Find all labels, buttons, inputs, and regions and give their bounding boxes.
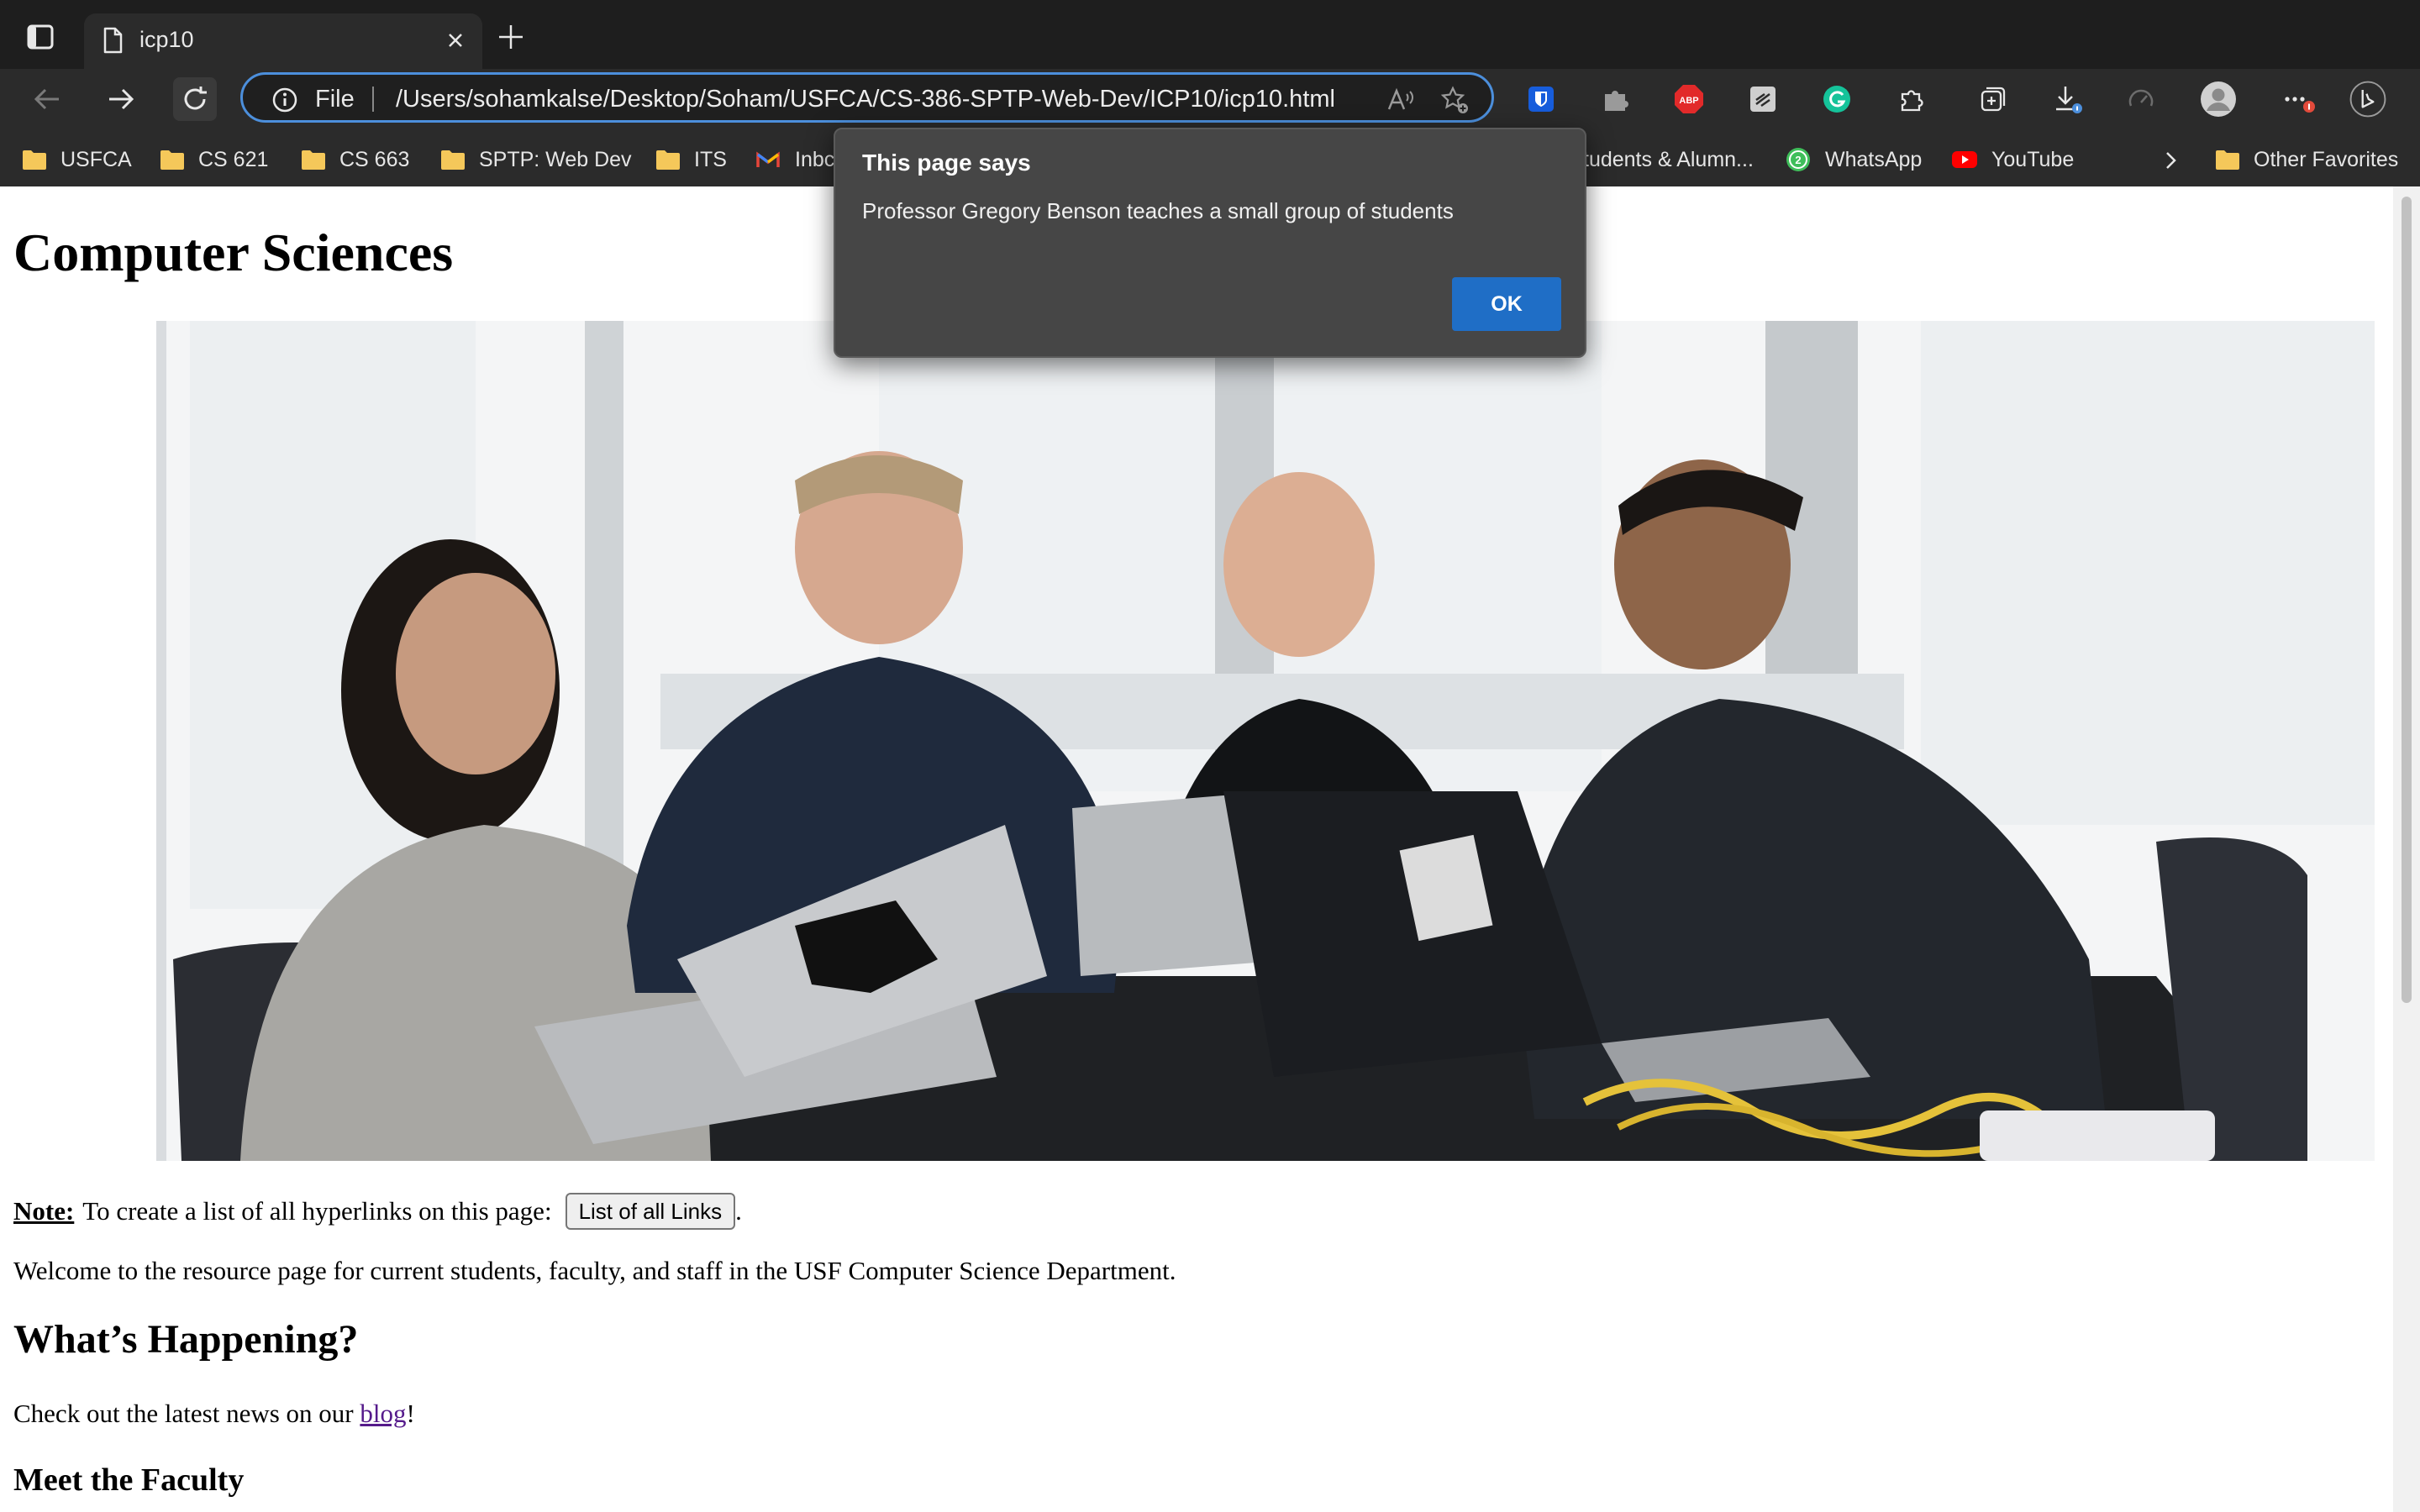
tab-strip: icp10 xyxy=(0,0,2420,69)
new-tab-icon[interactable] xyxy=(494,20,528,54)
bitwarden-icon[interactable] xyxy=(1523,81,1560,118)
bookmark-label: Inbc xyxy=(795,147,835,171)
note-text: To create a list of all hyperlinks on th… xyxy=(82,1196,552,1226)
more-menu-icon[interactable] xyxy=(2281,81,2317,118)
bookmark-label: WhatsApp xyxy=(1825,147,1923,171)
page-scrollbar[interactable] xyxy=(2393,186,2420,1512)
bookmark-its[interactable]: ITS xyxy=(655,144,727,175)
news-exclamation: ! xyxy=(406,1399,415,1428)
puzzle-extension-icon[interactable] xyxy=(1597,81,1634,118)
navigation-bar: File /Users/sohamkalse/Desktop/Soham/USF… xyxy=(0,69,2420,128)
downloads-icon[interactable] xyxy=(2049,81,2086,118)
meet-faculty-heading: Meet the Faculty xyxy=(13,1462,245,1498)
bookmark-whatsapp[interactable]: 2 WhatsApp xyxy=(1785,144,1922,175)
folder-icon xyxy=(23,150,46,170)
tab-icp10[interactable]: icp10 xyxy=(84,13,482,69)
omnibox-divider xyxy=(372,87,374,112)
page-content: Computer Sciences Note: To create a list… xyxy=(0,186,2393,1512)
scheme-label: File xyxy=(315,86,355,113)
gmail-icon xyxy=(756,151,780,167)
extensions-icon[interactable] xyxy=(1892,81,1929,118)
address-bar[interactable]: File /Users/sohamkalse/Desktop/Soham/USF… xyxy=(240,72,1494,123)
scrollbar-thumb[interactable] xyxy=(2402,197,2412,1003)
bookmark-label: YouTube xyxy=(1991,147,2075,171)
bookmark-youtube[interactable]: YouTube xyxy=(1951,144,2074,175)
refresh-icon[interactable] xyxy=(173,77,217,121)
add-favorite-icon[interactable] xyxy=(1439,85,1470,115)
folder-icon xyxy=(302,150,325,170)
bookmark-label: CS 621 xyxy=(198,147,269,171)
close-icon[interactable] xyxy=(440,25,471,55)
welcome-paragraph: Welcome to the resource page for current… xyxy=(13,1256,1176,1285)
page-icon xyxy=(97,25,128,55)
url-text[interactable]: /Users/sohamkalse/Desktop/Soham/USFCA/CS… xyxy=(396,86,1335,113)
dialog-message: Professor Gregory Benson teaches a small… xyxy=(862,198,1454,223)
forward-icon[interactable] xyxy=(99,77,143,121)
collections-icon[interactable] xyxy=(1975,81,2012,118)
read-aloud-icon[interactable] xyxy=(1386,85,1416,115)
bookmark-label: SPTP: Web Dev xyxy=(479,147,632,171)
adblock-icon[interactable]: ABP xyxy=(1670,81,1707,118)
back-icon[interactable] xyxy=(25,77,69,121)
bookmark-label: tudents & Alumn... xyxy=(1583,147,1754,171)
list-links-button[interactable]: List of all Links xyxy=(565,1193,736,1230)
bookmark-label: ITS xyxy=(694,147,727,171)
bookmark-usfca[interactable]: USFCA xyxy=(22,144,132,175)
news-paragraph: Check out the latest news on our blog! xyxy=(13,1399,415,1429)
youtube-icon xyxy=(1952,151,1977,168)
abp-label: ABP xyxy=(1679,96,1698,106)
chevron-right-icon[interactable] xyxy=(2156,146,2185,175)
whatsapp-icon: 2 xyxy=(1786,148,1810,171)
bookmark-cs621[interactable]: CS 621 xyxy=(160,144,268,175)
note-period: . xyxy=(735,1196,742,1226)
bookmark-students-alumni[interactable]: tudents & Alumn... xyxy=(1583,144,1754,175)
folder-icon xyxy=(160,150,184,170)
folder-icon xyxy=(656,150,680,170)
bookmark-label: Other Favorites xyxy=(2254,147,2399,171)
notes-extension-icon[interactable] xyxy=(1744,81,1781,118)
alert-dialog: This page says Professor Gregory Benson … xyxy=(834,128,1586,358)
whatsapp-badge: 2 xyxy=(1795,154,1801,166)
grammarly-icon[interactable] xyxy=(1818,81,1855,118)
ok-button[interactable]: OK xyxy=(1452,277,1561,331)
students-photo xyxy=(156,321,2375,1161)
bookmark-label: USFCA xyxy=(60,147,132,171)
page-title: Computer Sciences xyxy=(13,223,454,282)
tab-actions-icon[interactable] xyxy=(20,17,60,57)
info-icon[interactable] xyxy=(271,87,298,113)
bookmark-sptp-web-dev[interactable]: SPTP: Web Dev xyxy=(440,144,632,175)
bookmark-cs663[interactable]: CS 663 xyxy=(301,144,409,175)
bookmark-label: CS 663 xyxy=(339,147,410,171)
tab-title: icp10 xyxy=(139,27,194,52)
news-text: Check out the latest news on our xyxy=(13,1399,354,1428)
note-label: Note: xyxy=(13,1196,75,1226)
bookmark-other-favorites[interactable]: Other Favorites xyxy=(2215,144,2398,175)
dialog-title: This page says xyxy=(862,150,1031,176)
bing-copilot-icon[interactable] xyxy=(2349,81,2386,118)
profile-avatar-icon[interactable] xyxy=(2200,81,2237,118)
note-line: Note: To create a list of all hyperlinks… xyxy=(13,1193,742,1230)
blog-link[interactable]: blog xyxy=(360,1399,406,1428)
folder-icon xyxy=(441,150,465,170)
performance-icon[interactable] xyxy=(2123,81,2160,118)
bookmark-inbox[interactable]: Inbc xyxy=(756,144,834,175)
folder-icon xyxy=(2216,150,2239,170)
whats-happening-heading: What’s Happening? xyxy=(13,1317,359,1362)
